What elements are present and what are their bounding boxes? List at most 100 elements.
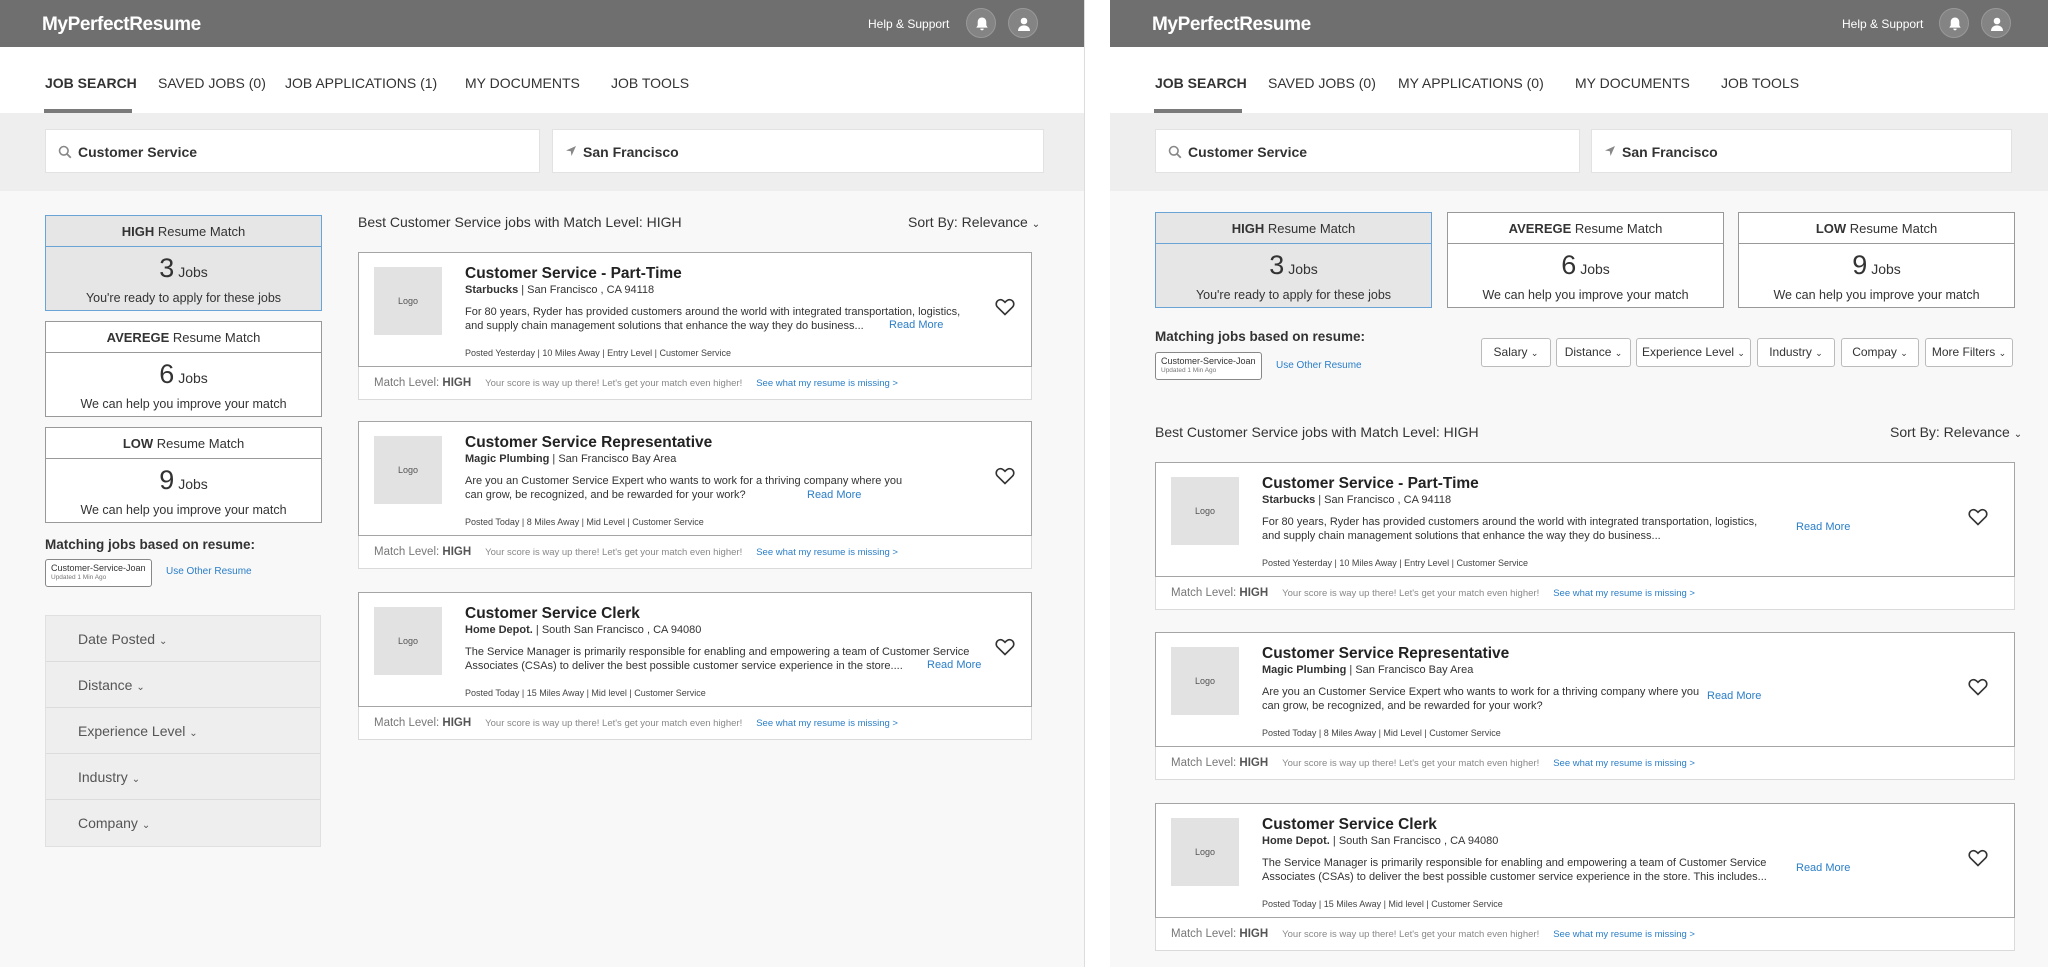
job-card[interactable]: Logo Customer Service - Part-Time Starbu… xyxy=(358,252,1032,367)
resume-missing-link[interactable]: See what my resume is missing > xyxy=(756,378,898,389)
read-more-link[interactable]: Read More xyxy=(807,489,861,501)
tab-my-documents[interactable]: MY DOCUMENTS xyxy=(465,75,580,91)
match-level-average: AVEREGE xyxy=(106,330,170,345)
job-meta: Posted Yesterday | 10 Miles Away | Entry… xyxy=(465,348,731,358)
read-more-link[interactable]: Read More xyxy=(889,319,943,331)
resume-tag-name: Customer-Service-Joan xyxy=(51,563,146,573)
account-button[interactable] xyxy=(1008,8,1038,38)
help-support-link[interactable]: Help & Support xyxy=(1842,17,1923,31)
match-box-high[interactable]: HIGH Resume Match 3 Jobs You're ready to … xyxy=(1155,212,1432,308)
tab-job-search[interactable]: JOB SEARCH xyxy=(45,75,137,91)
filter-company[interactable]: Compay ⌄ xyxy=(1841,338,1919,367)
match-level-row: Match Level: HIGH Your score is way up th… xyxy=(358,707,1032,740)
match-box-high[interactable]: HIGH Resume Match 3 Jobs You're ready to … xyxy=(45,215,322,311)
tab-job-tools[interactable]: JOB TOOLS xyxy=(611,75,689,91)
job-title[interactable]: Customer Service - Part-Time xyxy=(465,265,682,283)
tab-my-documents[interactable]: MY DOCUMENTS xyxy=(1575,75,1690,91)
location-input[interactable]: San Francisco xyxy=(552,129,1044,173)
match-box-average[interactable]: AVEREGE Resume Match 6 Jobs We can help y… xyxy=(1447,212,1724,308)
sort-dropdown[interactable]: Sort By: Relevance ⌄ xyxy=(908,214,1040,230)
resume-missing-link[interactable]: See what my resume is missing > xyxy=(1553,758,1695,769)
match-box-average[interactable]: AVEREGE Resume Match 6 Jobs We can help y… xyxy=(45,321,322,417)
resume-tag[interactable]: Customer-Service-Joan Updated 1 Min Ago xyxy=(1155,352,1262,380)
account-button[interactable] xyxy=(1981,8,2011,38)
tab-job-tools[interactable]: JOB TOOLS xyxy=(1721,75,1799,91)
chevron-down-icon: ⌄ xyxy=(2013,429,2023,440)
read-more-link[interactable]: Read More xyxy=(927,659,981,671)
chevron-down-icon: ⌄ xyxy=(1998,348,2007,358)
tab-job-search[interactable]: JOB SEARCH xyxy=(1155,75,1247,91)
filter-label: Distance xyxy=(1564,345,1612,359)
results-heading: Best Customer Service jobs with Match Le… xyxy=(358,214,682,230)
match-count: 9 xyxy=(1852,250,1868,280)
filter-industry[interactable]: Industry ⌄ xyxy=(1757,338,1835,367)
match-subtext: We can help you improve your match xyxy=(80,397,287,411)
use-other-resume-link[interactable]: Use Other Resume xyxy=(1276,360,1362,371)
filter-company[interactable]: Company ⌄ xyxy=(46,800,320,846)
resume-missing-link[interactable]: See what my resume is missing > xyxy=(1553,588,1695,599)
match-level-label: Match Level: xyxy=(1171,928,1237,940)
match-level-row: Match Level: HIGH Your score is way up th… xyxy=(1155,918,2015,951)
match-message: Your score is way up there! Let's get yo… xyxy=(1282,929,1540,940)
keyword-search-input[interactable]: Customer Service xyxy=(45,129,540,173)
heart-icon[interactable] xyxy=(1968,508,1988,526)
heart-icon[interactable] xyxy=(995,467,1015,485)
resume-missing-link[interactable]: See what my resume is missing > xyxy=(756,547,898,558)
heart-icon[interactable] xyxy=(1968,678,1988,696)
sort-dropdown[interactable]: Sort By: Relevance ⌄ xyxy=(1890,424,2022,440)
read-more-link[interactable]: Read More xyxy=(1707,690,1761,702)
brand-logo[interactable]: MyPerfectResume xyxy=(1152,14,1311,36)
resume-missing-link[interactable]: See what my resume is missing > xyxy=(756,718,898,729)
job-card[interactable]: Logo Customer Service Clerk Home Depot. … xyxy=(358,592,1032,707)
match-box-label: Resume Match xyxy=(154,224,246,239)
job-title[interactable]: Customer Service Clerk xyxy=(465,605,640,623)
keyword-search-input[interactable]: Customer Service xyxy=(1155,129,1580,173)
notifications-button[interactable] xyxy=(966,8,996,38)
location-input[interactable]: San Francisco xyxy=(1591,129,2012,173)
chevron-down-icon: ⌄ xyxy=(1900,348,1908,358)
filter-experience-level[interactable]: Experience Level ⌄ xyxy=(1636,338,1751,367)
tab-job-applications[interactable]: JOB APPLICATIONS (1) xyxy=(285,75,437,91)
notifications-button[interactable] xyxy=(1939,8,1969,38)
read-more-link[interactable]: Read More xyxy=(1796,862,1850,874)
more-filters-button[interactable]: More Filters ⌄ xyxy=(1925,338,2013,367)
help-support-link[interactable]: Help & Support xyxy=(868,17,949,31)
match-level-label: Match Level: xyxy=(374,546,440,558)
job-title[interactable]: Customer Service Clerk xyxy=(1262,816,1437,834)
filter-experience-level[interactable]: Experience Level ⌄ xyxy=(46,708,320,754)
heart-icon[interactable] xyxy=(995,298,1015,316)
job-card[interactable]: Logo Customer Service Representative Mag… xyxy=(1155,632,2015,747)
match-box-low[interactable]: LOW Resume Match 9 Jobs We can help you i… xyxy=(1738,212,2015,308)
job-title[interactable]: Customer Service Representative xyxy=(1262,645,1509,663)
job-card[interactable]: Logo Customer Service Clerk Home Depot. … xyxy=(1155,803,2015,918)
match-count: 6 xyxy=(159,359,175,389)
match-box-low[interactable]: LOW Resume Match 9 Jobs We can help you i… xyxy=(45,427,322,523)
keyword-search-value: Customer Service xyxy=(78,144,198,160)
resume-missing-link[interactable]: See what my resume is missing > xyxy=(1553,929,1695,940)
read-more-link[interactable]: Read More xyxy=(1796,521,1850,533)
filter-distance[interactable]: Distance ⌄ xyxy=(46,662,320,708)
heart-icon[interactable] xyxy=(1968,849,1988,867)
job-title[interactable]: Customer Service Representative xyxy=(465,434,712,452)
filter-industry[interactable]: Industry ⌄ xyxy=(46,754,320,800)
brand-logo[interactable]: MyPerfectResume xyxy=(42,14,201,36)
use-other-resume-link[interactable]: Use Other Resume xyxy=(166,566,252,577)
filter-label: More Filters xyxy=(1931,345,1996,359)
filter-distance[interactable]: Distance ⌄ xyxy=(1556,338,1631,367)
heart-icon[interactable] xyxy=(995,638,1015,656)
job-company: Starbucks | San Francisco , CA 94118 xyxy=(1262,494,1451,506)
job-location: | San Francisco Bay Area xyxy=(549,453,677,465)
filter-label: Date Posted xyxy=(78,631,156,647)
sort-label: Sort By: Relevance xyxy=(1890,424,2010,440)
filter-date-posted[interactable]: Date Posted ⌄ xyxy=(46,616,320,662)
tab-my-applications[interactable]: MY APPLICATIONS (0) xyxy=(1398,75,1544,91)
match-level-label: Match Level: xyxy=(374,377,440,389)
tab-saved-jobs[interactable]: SAVED JOBS (0) xyxy=(158,75,266,91)
job-card[interactable]: Logo Customer Service - Part-Time Starbu… xyxy=(1155,462,2015,577)
job-card[interactable]: Logo Customer Service Representative Mag… xyxy=(358,421,1032,536)
tab-saved-jobs[interactable]: SAVED JOBS (0) xyxy=(1268,75,1376,91)
resume-tag[interactable]: Customer-Service-Joan Updated 1 Min Ago xyxy=(45,559,152,587)
job-title[interactable]: Customer Service - Part-Time xyxy=(1262,475,1479,493)
filter-salary[interactable]: Salary ⌄ xyxy=(1481,338,1551,367)
chevron-down-icon: ⌄ xyxy=(158,636,168,647)
